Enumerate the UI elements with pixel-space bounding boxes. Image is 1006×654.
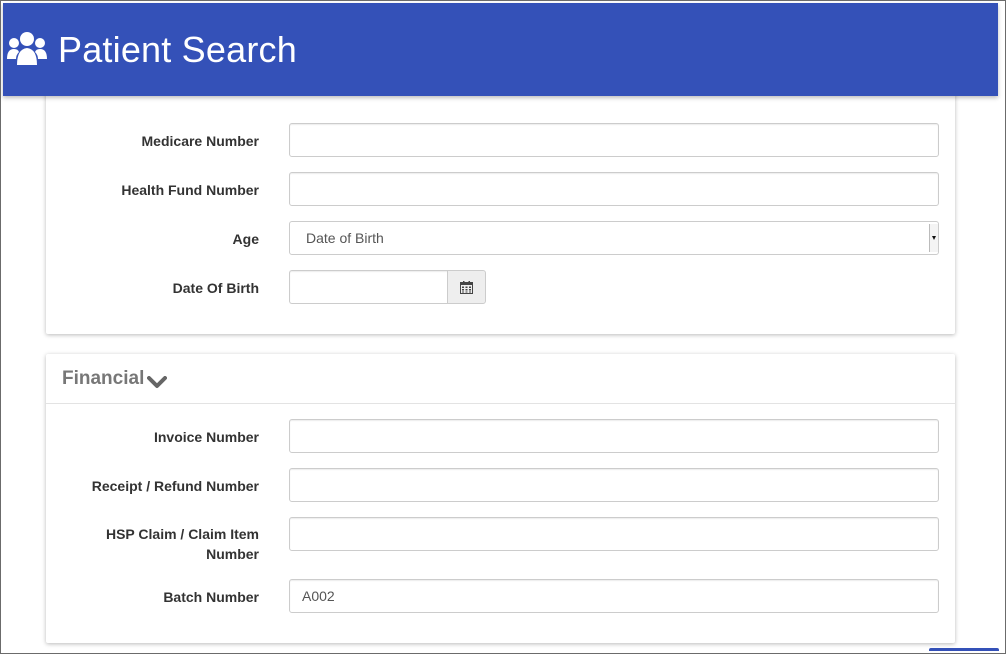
receipt-refund-number-label: Receipt / Refund Number xyxy=(91,478,259,494)
batch-number-input[interactable] xyxy=(289,579,939,613)
date-of-birth-input[interactable] xyxy=(289,270,448,304)
health-fund-number-label: Health Fund Number xyxy=(121,182,259,198)
app-window: Patient Search Medicare Number Health Fu… xyxy=(0,0,1006,654)
financial-panel-header[interactable]: Financial xyxy=(46,354,955,404)
hsp-claim-label-line1: HSP Claim / Claim Item xyxy=(105,526,259,542)
chevron-down-icon[interactable] xyxy=(147,375,168,390)
floating-action-edge[interactable] xyxy=(929,648,999,651)
receipt-refund-number-input[interactable] xyxy=(289,468,939,502)
date-of-birth-group xyxy=(289,270,486,304)
financial-panel: Financial Invoice Number Receipt / Refun… xyxy=(46,354,955,643)
medicare-number-input[interactable] xyxy=(289,123,939,157)
age-label: Age xyxy=(232,231,259,247)
health-fund-number-input[interactable] xyxy=(289,172,939,206)
age-select-value: Date of Birth xyxy=(306,230,384,246)
age-select[interactable]: Date of Birth xyxy=(289,221,939,255)
hsp-claim-label-line2: Number xyxy=(206,546,259,562)
hsp-claim-label: HSP Claim / Claim Item Number xyxy=(106,524,259,564)
dropdown-arrow-icon[interactable] xyxy=(929,224,938,252)
page-header: Patient Search xyxy=(3,3,998,96)
medicare-number-label: Medicare Number xyxy=(141,133,259,149)
invoice-number-label: Invoice Number xyxy=(153,429,259,445)
batch-number-label: Batch Number xyxy=(163,589,259,605)
invoice-number-input[interactable] xyxy=(289,419,939,453)
date-picker-button[interactable] xyxy=(447,270,486,304)
financial-section-title[interactable]: Financial xyxy=(62,368,144,390)
page-title: Patient Search xyxy=(58,28,297,70)
date-of-birth-label: Date Of Birth xyxy=(172,280,259,296)
identification-panel: Medicare Number Health Fund Number Age D… xyxy=(46,91,955,334)
users-icon xyxy=(7,31,47,65)
calendar-icon xyxy=(460,280,473,294)
hsp-claim-input[interactable] xyxy=(289,517,939,551)
